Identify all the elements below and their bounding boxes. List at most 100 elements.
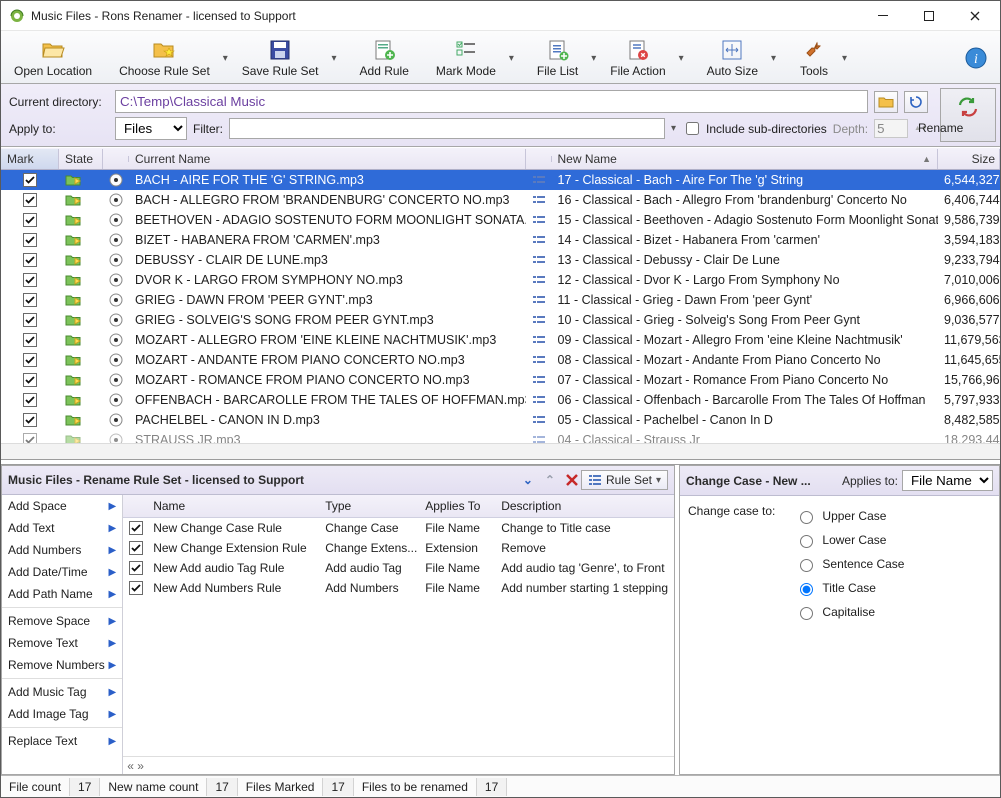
mark-checkbox[interactable] — [1, 311, 59, 329]
ruleset-button[interactable]: Rule Set▾ — [581, 470, 668, 490]
rule-checkbox[interactable] — [123, 518, 147, 539]
file-row[interactable]: MOZART - ANDANTE FROM PIANO CONCERTO NO.… — [1, 350, 1000, 370]
rule-action-item[interactable]: Add Text▶ — [2, 517, 122, 539]
applyto-select[interactable]: Files — [115, 117, 187, 140]
file-row[interactable]: DEBUSSY - CLAIR DE LUNE.mp313 - Classica… — [1, 250, 1000, 270]
col-new-name[interactable]: New Name▲ — [552, 149, 939, 169]
currentdir-input[interactable] — [115, 90, 868, 113]
rules-col-desc[interactable]: Description — [495, 495, 674, 517]
delete-rule-button[interactable] — [563, 471, 581, 489]
file-row[interactable]: BACH - ALLEGRO FROM 'BRANDENBURG' CONCER… — [1, 190, 1000, 210]
mark-checkbox[interactable] — [1, 431, 59, 444]
refresh-button[interactable] — [904, 91, 928, 113]
file-grid-body[interactable]: BACH - AIRE FOR THE 'G' STRING.mp317 - C… — [1, 170, 1000, 443]
rule-action-item[interactable]: Remove Text▶ — [2, 632, 122, 654]
file-row[interactable]: PACHELBEL - CANON IN D.mp305 - Classical… — [1, 410, 1000, 430]
minimize-button[interactable] — [860, 2, 906, 30]
include-subdirs-checkbox[interactable]: Include sub-directories — [682, 119, 827, 138]
rule-checkbox[interactable] — [123, 577, 147, 599]
mark-checkbox[interactable] — [1, 251, 59, 269]
file-row[interactable]: GRIEG - DAWN FROM 'PEER GYNT'.mp311 - Cl… — [1, 290, 1000, 310]
rule-row[interactable]: New Change Case RuleChange CaseFile Name… — [123, 518, 674, 538]
rules-grid-body[interactable]: New Change Case RuleChange CaseFile Name… — [123, 518, 674, 756]
mark-checkbox[interactable] — [1, 331, 59, 349]
mark-mode-button[interactable]: Mark Mode — [429, 35, 503, 81]
case-option[interactable]: Upper Case — [795, 504, 904, 528]
mark-checkbox[interactable] — [1, 291, 59, 309]
file-action-button[interactable]: File Action — [603, 35, 672, 81]
mark-checkbox[interactable] — [1, 371, 59, 389]
rules-col-type[interactable]: Type — [319, 495, 419, 517]
mark-checkbox[interactable] — [1, 271, 59, 289]
rule-action-item[interactable]: Remove Space▶ — [2, 610, 122, 632]
mark-checkbox[interactable] — [1, 411, 59, 429]
mark-checkbox[interactable] — [1, 171, 59, 189]
info-icon[interactable]: i — [964, 46, 988, 70]
rule-row[interactable]: New Add Numbers RuleAdd NumbersFile Name… — [123, 578, 674, 598]
choose-rule-set-button[interactable]: Choose Rule Set — [112, 35, 217, 81]
case-option[interactable]: Capitalise — [795, 600, 904, 624]
file-list-button[interactable]: File List — [530, 35, 585, 81]
filter-input[interactable] — [229, 118, 665, 139]
mark-checkbox[interactable] — [1, 351, 59, 369]
case-option[interactable]: Title Case — [795, 576, 904, 600]
filter-dropdown[interactable]: ▾ — [671, 123, 676, 134]
auto-size-button[interactable]: Auto Size — [700, 35, 765, 81]
file-row[interactable]: MOZART - ROMANCE FROM PIANO CONCERTO NO.… — [1, 370, 1000, 390]
horizontal-scrollbar[interactable] — [1, 443, 1000, 459]
file-list-dropdown[interactable]: ▾ — [589, 53, 599, 64]
mark-checkbox[interactable] — [1, 391, 59, 409]
rule-action-item[interactable]: Add Image Tag▶ — [2, 703, 122, 725]
rules-col-applies[interactable]: Applies To — [419, 495, 495, 517]
file-action-dropdown[interactable]: ▾ — [677, 53, 687, 64]
mark-mode-dropdown[interactable]: ▾ — [507, 53, 517, 64]
rules-col-name[interactable]: Name — [147, 495, 319, 517]
rule-name: New Change Extension Rule — [147, 537, 319, 559]
rule-checkbox[interactable] — [123, 537, 147, 559]
case-option[interactable]: Sentence Case — [795, 552, 904, 576]
open-location-button[interactable]: Open Location — [7, 35, 99, 81]
file-row[interactable]: GRIEG - SOLVEIG'S SONG FROM PEER GYNT.mp… — [1, 310, 1000, 330]
rule-action-item[interactable]: Add Space▶ — [2, 495, 122, 517]
add-rule-button[interactable]: Add Rule — [353, 35, 416, 81]
rule-row[interactable]: New Add audio Tag RuleAdd audio TagFile … — [123, 558, 674, 578]
file-row[interactable]: BEETHOVEN - ADAGIO SOSTENUTO FORM MOONLI… — [1, 210, 1000, 230]
mark-checkbox[interactable] — [1, 211, 59, 229]
col-size[interactable]: Size — [938, 149, 1000, 169]
tools-button[interactable]: Tools — [792, 35, 836, 81]
move-up-button[interactable]: ⌃ — [541, 471, 559, 489]
col-mark[interactable]: Mark — [1, 149, 59, 169]
mark-checkbox[interactable] — [1, 191, 59, 209]
save-rule-set-button[interactable]: Save Rule Set — [235, 35, 326, 81]
maximize-button[interactable] — [906, 2, 952, 30]
rule-action-item[interactable]: Remove Numbers▶ — [2, 654, 122, 676]
tools-dropdown[interactable]: ▾ — [840, 53, 850, 64]
rule-action-item[interactable]: Add Music Tag▶ — [2, 681, 122, 703]
rule-row[interactable]: New Change Extension RuleChange Extens..… — [123, 538, 674, 558]
rule-action-item[interactable]: Add Path Name▶ — [2, 583, 122, 605]
close-button[interactable] — [952, 2, 998, 30]
rule-action-item[interactable]: Add Numbers▶ — [2, 539, 122, 561]
case-option[interactable]: Lower Case — [795, 528, 904, 552]
browse-folder-button[interactable] — [874, 91, 898, 113]
mark-checkbox[interactable] — [1, 231, 59, 249]
col-current-name[interactable]: Current Name — [129, 149, 526, 169]
move-down-button[interactable]: ⌄ — [519, 471, 537, 489]
rename-button[interactable]: Rename — [940, 88, 996, 142]
nav-arrows[interactable]: « » — [127, 759, 144, 773]
rule-action-item[interactable]: Replace Text▶ — [2, 730, 122, 752]
file-row[interactable]: STRAUSS JR.mp304 - Classical - Strauss J… — [1, 430, 1000, 443]
auto-size-dropdown[interactable]: ▾ — [769, 53, 779, 64]
col-state[interactable]: State — [59, 149, 103, 169]
file-row[interactable]: BACH - AIRE FOR THE 'G' STRING.mp317 - C… — [1, 170, 1000, 190]
rule-action-item[interactable]: Add Date/Time▶ — [2, 561, 122, 583]
rule-checkbox[interactable] — [123, 557, 147, 579]
save-rule-set-dropdown[interactable]: ▾ — [330, 53, 340, 64]
choose-rule-set-dropdown[interactable]: ▾ — [221, 53, 231, 64]
applies-to-select[interactable]: File Name — [902, 470, 993, 491]
file-row[interactable]: OFFENBACH - BARCAROLLE FROM THE TALES OF… — [1, 390, 1000, 410]
file-row[interactable]: DVOR K - LARGO FROM SYMPHONY NO.mp312 - … — [1, 270, 1000, 290]
file-row[interactable]: MOZART - ALLEGRO FROM 'EINE KLEINE NACHT… — [1, 330, 1000, 350]
file-row[interactable]: BIZET - HABANERA FROM 'CARMEN'.mp314 - C… — [1, 230, 1000, 250]
rename-preview-icon — [526, 392, 552, 408]
